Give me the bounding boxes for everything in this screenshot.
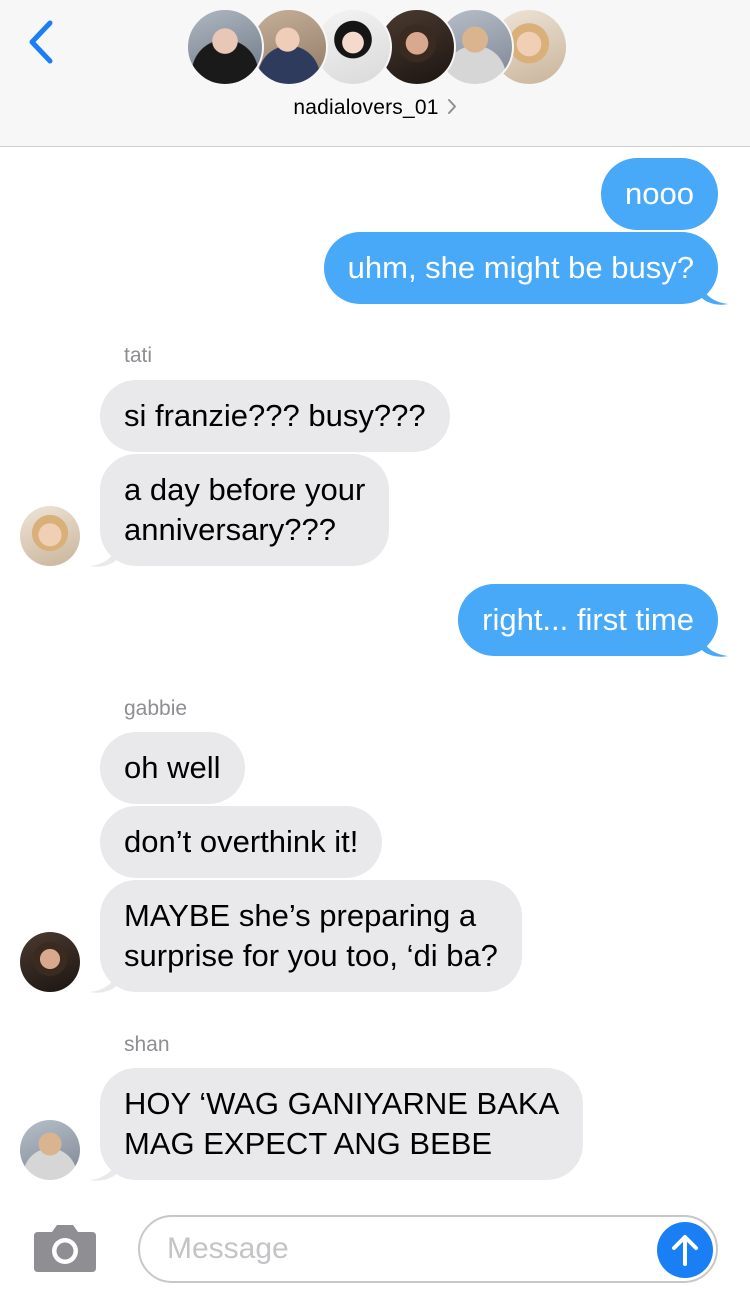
message-text: si franzie??? busy??? [124, 398, 426, 433]
received-message[interactable]: HOY ‘WAG GANIYARNE BAKA MAG EXPECT ANG B… [100, 1068, 584, 1180]
send-button[interactable] [657, 1222, 713, 1278]
sender-avatar[interactable] [20, 506, 80, 566]
sender-name: gabbie [124, 697, 188, 720]
message-text: oh well [124, 750, 221, 785]
message-input[interactable] [138, 1215, 718, 1283]
received-message[interactable]: MAYBE she’s preparing a surprise for you… [100, 880, 522, 992]
back-button[interactable] [18, 14, 62, 70]
chevron-left-icon [29, 20, 53, 64]
received-message[interactable]: don’t overthink it! [100, 806, 383, 878]
message-text-line: anniversary??? [124, 512, 336, 547]
message-text-line: surprise for you too, ‘di ba? [124, 938, 498, 973]
group-name-button[interactable]: nadialovers_01 [0, 96, 750, 121]
message-text: uhm, she might be busy? [347, 250, 694, 285]
sent-message[interactable]: uhm, she might be busy? [323, 232, 718, 304]
received-message[interactable]: a day before your anniversary??? [100, 454, 390, 566]
chevron-right-icon [447, 99, 456, 114]
group-avatars[interactable] [186, 8, 568, 90]
group-name-label: nadialovers_01 [293, 96, 439, 119]
member-avatar [186, 8, 264, 86]
message-text-line: MAG EXPECT ANG BEBE [124, 1126, 493, 1161]
conversation-header: nadialovers_01 [0, 0, 750, 147]
sent-bubble-tail [700, 630, 728, 657]
sender-name: shan [124, 1033, 170, 1056]
sender-avatar[interactable] [20, 1120, 80, 1180]
received-bubble-tail [90, 966, 118, 993]
camera-button[interactable] [32, 1222, 98, 1274]
message-text-line: HOY ‘WAG GANIYARNE BAKA [124, 1086, 560, 1121]
received-bubble-tail [90, 540, 118, 567]
sent-bubble-tail [700, 278, 728, 305]
message-text-line: MAYBE she’s preparing a [124, 898, 477, 933]
sender-avatar[interactable] [20, 932, 80, 992]
received-message[interactable]: si franzie??? busy??? [100, 380, 450, 452]
arrow-up-icon [672, 1235, 698, 1266]
message-text: nooo [625, 176, 694, 211]
message-composer [0, 1200, 750, 1294]
received-bubble-tail [90, 1154, 118, 1181]
sender-name: tati [124, 344, 153, 367]
message-text: right... first time [482, 602, 694, 637]
message-text: don’t overthink it! [124, 824, 359, 859]
sent-message[interactable]: right... first time [458, 584, 718, 656]
received-message[interactable]: oh well [100, 732, 245, 804]
message-text-line: a day before your [124, 472, 366, 507]
sent-message[interactable]: nooo [601, 158, 718, 230]
camera-icon [34, 1225, 96, 1272]
